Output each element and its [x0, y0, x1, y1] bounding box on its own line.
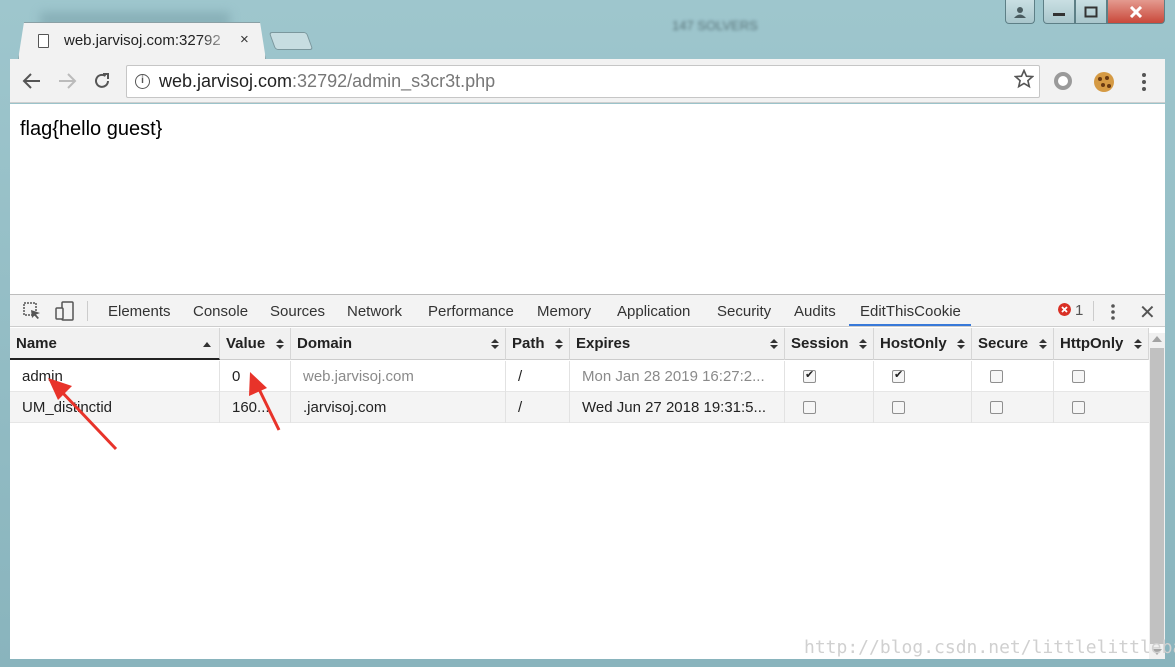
annotation-arrows: [48, 372, 281, 451]
red-arrow-name: [48, 378, 118, 451]
watermark: http://blog.csdn.net/littlelittlebai: [804, 637, 1175, 658]
red-arrow-value: [249, 372, 281, 431]
